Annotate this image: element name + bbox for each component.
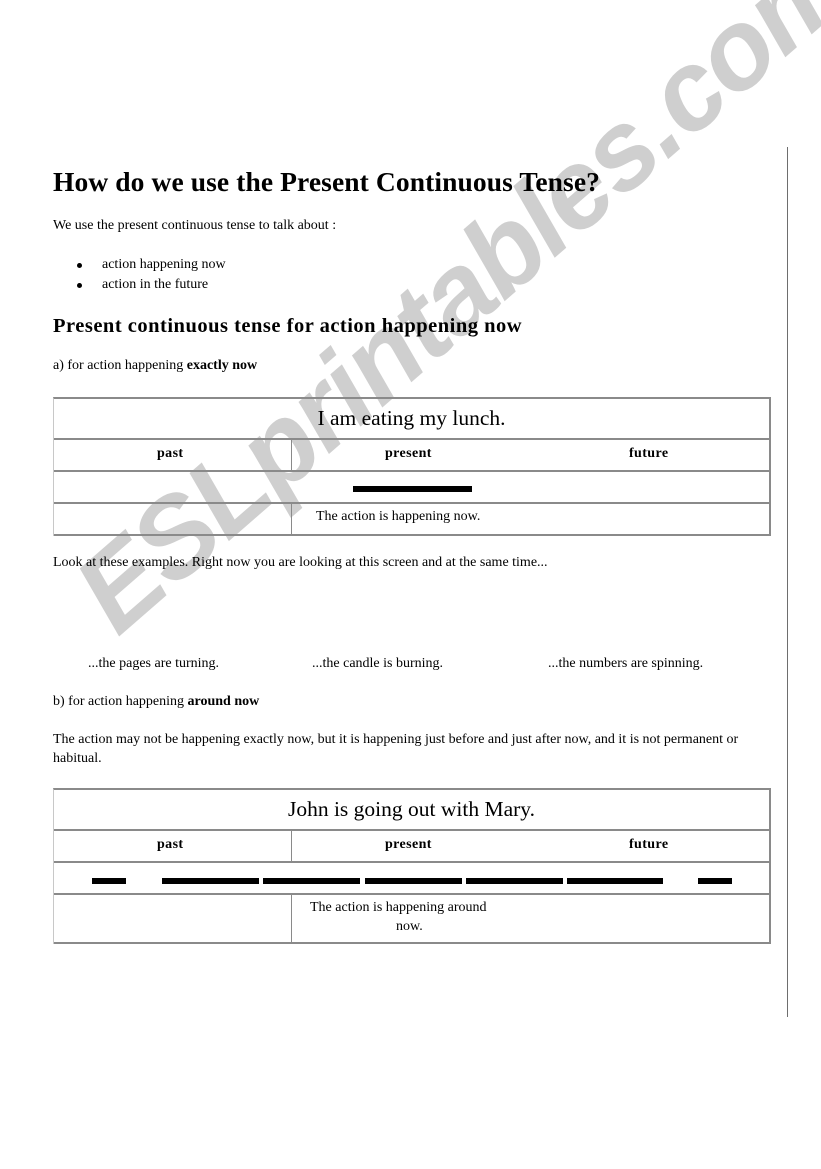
timeline-row bbox=[54, 472, 769, 504]
header-past: past bbox=[157, 837, 184, 852]
timeline-dash bbox=[698, 878, 732, 884]
part-a-prefix: a) for action happening bbox=[53, 358, 187, 373]
timeline-table-around-now: John is going out with Mary. past presen… bbox=[53, 788, 771, 944]
table-header-row: past present future bbox=[54, 440, 769, 472]
table-description-row: The action is happening now. bbox=[54, 504, 769, 536]
page-title: How do we use the Present Continuous Ten… bbox=[53, 166, 600, 197]
example-numbers: ...the numbers are spinning. bbox=[548, 656, 704, 671]
part-b-emphasis: around now bbox=[187, 694, 260, 709]
usage-list: action happening now action in the futur… bbox=[53, 255, 226, 295]
part-a-emphasis: exactly now bbox=[186, 358, 258, 373]
description-text: The action is happening now. bbox=[316, 509, 481, 524]
table-description-row: The action is happening around now. bbox=[54, 895, 769, 944]
header-present: present bbox=[385, 446, 432, 461]
part-b-prefix: b) for action happening bbox=[53, 694, 188, 709]
part-b-label: b) for action happening around now bbox=[53, 694, 259, 710]
part-b-explanation: The action may not be happening exactly … bbox=[53, 732, 739, 766]
timeline-dash bbox=[365, 878, 462, 884]
timeline-table-exactly-now: I am eating my lunch. past present futur… bbox=[53, 397, 771, 536]
list-item: action happening now bbox=[53, 255, 226, 275]
list-item-label: action in the future bbox=[102, 277, 209, 292]
timeline-dash bbox=[162, 878, 259, 884]
list-item: action in the future bbox=[53, 275, 226, 295]
timeline-dash bbox=[92, 878, 126, 884]
column-divider bbox=[291, 440, 292, 470]
timeline-dash bbox=[263, 878, 360, 884]
description-line-1: The action is happening around bbox=[310, 900, 487, 915]
header-future: future bbox=[629, 837, 669, 852]
timeline-bar-now bbox=[353, 486, 472, 492]
bullet-icon bbox=[77, 263, 82, 268]
part-a-label: a) for action happening exactly now bbox=[53, 358, 257, 374]
header-future: future bbox=[629, 446, 669, 461]
page-margin-rule bbox=[787, 147, 788, 1017]
table-sentence-row: I am eating my lunch. bbox=[54, 399, 769, 440]
example-sentence: John is going out with Mary. bbox=[287, 797, 536, 821]
bullet-icon bbox=[77, 283, 82, 288]
timeline-dash bbox=[567, 878, 663, 884]
column-divider bbox=[291, 504, 292, 534]
examples-intro: Look at these examples. Right now you ar… bbox=[53, 555, 548, 570]
timeline-row bbox=[54, 863, 769, 895]
example-sentence: I am eating my lunch. bbox=[317, 406, 506, 430]
description-line-2: now. bbox=[396, 919, 423, 934]
section-heading: Present continuous tense for action happ… bbox=[53, 315, 523, 337]
table-header-row: past present future bbox=[54, 831, 769, 863]
timeline-dash bbox=[466, 878, 563, 884]
intro-text: We use the present continuous tense to t… bbox=[53, 218, 337, 233]
header-past: past bbox=[157, 446, 184, 461]
list-item-label: action happening now bbox=[102, 257, 226, 272]
column-divider bbox=[291, 831, 292, 861]
header-present: present bbox=[385, 837, 432, 852]
example-candle: ...the candle is burning. bbox=[312, 656, 444, 671]
example-pages: ...the pages are turning. bbox=[88, 656, 220, 671]
table-sentence-row: John is going out with Mary. bbox=[54, 790, 769, 831]
column-divider bbox=[291, 895, 292, 942]
